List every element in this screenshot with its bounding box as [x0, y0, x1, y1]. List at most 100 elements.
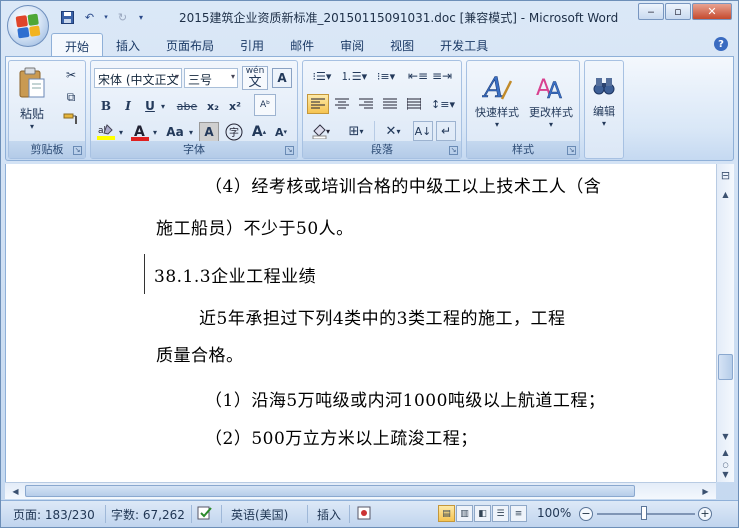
- proofing-icon[interactable]: [197, 506, 213, 523]
- tab-view[interactable]: 视图: [377, 33, 427, 56]
- align-right-button[interactable]: [355, 94, 377, 114]
- paste-button[interactable]: 粘贴 ▾: [13, 63, 51, 135]
- change-case-button[interactable]: Aa: [163, 122, 187, 142]
- tab-mailings[interactable]: 邮件: [277, 33, 327, 56]
- save-icon[interactable]: [59, 9, 76, 26]
- maximize-button[interactable]: ▫: [665, 3, 691, 20]
- highlight-dropdown-icon[interactable]: ▾: [117, 122, 125, 142]
- zoom-slider-thumb[interactable]: [641, 506, 647, 520]
- font-size-dropdown-icon[interactable]: ▾: [231, 72, 235, 81]
- line-spacing-icon[interactable]: ↕≡▾: [429, 94, 457, 114]
- ruler-toggle-icon[interactable]: ⊟: [717, 167, 734, 184]
- quick-styles-label: 快速样式: [475, 106, 519, 119]
- insert-mode[interactable]: 插入: [317, 506, 341, 523]
- borders-icon[interactable]: ⊞ ▾: [341, 121, 371, 141]
- editing-button[interactable]: 编辑 ▾: [587, 66, 621, 136]
- bullets-icon[interactable]: ⁝☰▾: [307, 66, 337, 86]
- undo-icon[interactable]: ↶: [81, 9, 98, 26]
- horizontal-scroll-thumb[interactable]: [25, 485, 635, 497]
- scroll-left-icon[interactable]: ◀: [7, 483, 24, 500]
- format-painter-icon[interactable]: [61, 109, 81, 129]
- vertical-scroll-thumb[interactable]: [718, 354, 733, 380]
- phonetic-guide-button[interactable]: wén 文: [242, 66, 268, 90]
- superscript-button[interactable]: x²: [225, 96, 245, 116]
- strikethrough-button[interactable]: abe: [173, 96, 201, 116]
- draft-view-icon[interactable]: ≡: [510, 505, 527, 522]
- quick-styles-button[interactable]: A 快速样式 ▾: [471, 64, 523, 136]
- font-name-combo[interactable]: 宋体 (中文正文 ▾: [94, 68, 182, 88]
- copy-icon[interactable]: ⧉: [61, 87, 81, 107]
- status-separator: [105, 505, 106, 523]
- paragraph-group: ⁝☰▾ ⒈☰▾ ⁝≡▾ ⇤≡ ≡⇥ ↕≡▾ ▾ ⊞ ▾ ✕ ▾ A↓ ↵ 段落 …: [302, 60, 462, 159]
- tab-references[interactable]: 引用: [227, 33, 277, 56]
- grow-font-button[interactable]: A ▴: [249, 122, 269, 142]
- distributed-button[interactable]: [403, 94, 425, 114]
- zoom-out-icon[interactable]: −: [579, 507, 593, 521]
- sort-icon[interactable]: A↓: [413, 121, 433, 141]
- scroll-down-icon[interactable]: ▼: [717, 428, 734, 445]
- bold-button[interactable]: B: [96, 96, 116, 116]
- shrink-font-label: A: [274, 125, 284, 139]
- change-styles-button[interactable]: AA 更改样式 ▾: [525, 64, 577, 136]
- shading-icon[interactable]: ▾: [307, 121, 337, 141]
- change-case-dropdown-icon[interactable]: ▾: [187, 122, 195, 142]
- font-size-value: 三号: [188, 73, 213, 87]
- subscript-button[interactable]: x₂: [203, 96, 223, 116]
- underline-button[interactable]: U: [140, 96, 160, 116]
- text-effects-icon[interactable]: Aᵇ: [254, 94, 276, 116]
- scroll-up-icon[interactable]: ▲: [717, 186, 734, 203]
- show-paragraph-marks-icon[interactable]: ↵: [436, 121, 456, 141]
- tab-home[interactable]: 开始: [51, 33, 104, 56]
- language-indicator[interactable]: 英语(美国): [231, 506, 288, 523]
- font-launcher-icon[interactable]: ↘: [285, 146, 294, 155]
- font-size-combo[interactable]: 三号 ▾: [184, 68, 238, 88]
- asian-layout-icon[interactable]: ✕ ▾: [377, 121, 409, 141]
- tab-page-layout[interactable]: 页面布局: [153, 33, 227, 56]
- font-name-dropdown-icon[interactable]: ▾: [175, 72, 179, 81]
- redo-icon[interactable]: ↻: [114, 9, 131, 26]
- justify-button[interactable]: [379, 94, 401, 114]
- increase-indent-icon[interactable]: ≡⇥: [431, 66, 453, 86]
- office-button[interactable]: [7, 5, 49, 47]
- highlight-button[interactable]: ab: [95, 122, 117, 142]
- full-screen-reading-icon[interactable]: ▥: [456, 505, 473, 522]
- font-color-button[interactable]: A: [129, 122, 151, 142]
- cut-icon[interactable]: ✂: [61, 65, 81, 85]
- paragraph-launcher-icon[interactable]: ↘: [449, 146, 458, 155]
- minimize-button[interactable]: ‒: [638, 3, 664, 20]
- word-count[interactable]: 字数: 67,262: [111, 506, 185, 523]
- numbering-icon[interactable]: ⒈☰▾: [339, 66, 369, 86]
- font-color-dropdown-icon[interactable]: ▾: [151, 122, 159, 142]
- shrink-font-button[interactable]: A ▾: [271, 122, 291, 142]
- vertical-scrollbar[interactable]: ⊟ ▲ ▼ ▲ ○ ▼: [716, 164, 734, 482]
- italic-button[interactable]: I: [118, 96, 138, 116]
- scroll-right-icon[interactable]: ▶: [697, 483, 714, 500]
- tab-developer[interactable]: 开发工具: [427, 33, 501, 56]
- zoom-level[interactable]: 100%: [537, 506, 571, 520]
- underline-dropdown-icon[interactable]: ▾: [159, 96, 167, 116]
- character-shading-button[interactable]: A: [199, 122, 219, 142]
- customize-qat-icon[interactable]: ▾: [136, 9, 146, 26]
- styles-launcher-icon[interactable]: ↘: [567, 146, 576, 155]
- tab-review[interactable]: 审阅: [327, 33, 377, 56]
- outline-view-icon[interactable]: ☰: [492, 505, 509, 522]
- decrease-indent-icon[interactable]: ⇤≡: [407, 66, 429, 86]
- print-layout-view-icon[interactable]: ▤: [438, 505, 455, 522]
- character-border-button[interactable]: A: [272, 68, 292, 88]
- undo-dropdown-icon[interactable]: ▾: [103, 9, 109, 26]
- multilevel-list-icon[interactable]: ⁝≡▾: [371, 66, 401, 86]
- tab-insert[interactable]: 插入: [103, 33, 153, 56]
- zoom-in-icon[interactable]: +: [698, 507, 712, 521]
- document-area[interactable]: （4）经考核或培训合格的中级工以上技术工人（含 施工船员）不少于50人。 38.…: [5, 164, 716, 482]
- enclose-characters-icon[interactable]: 字: [223, 122, 245, 142]
- next-page-icon[interactable]: ▼: [717, 466, 734, 483]
- macro-recording-icon[interactable]: [357, 506, 371, 523]
- web-layout-icon[interactable]: ◧: [474, 505, 491, 522]
- clipboard-launcher-icon[interactable]: ↘: [73, 146, 82, 155]
- align-left-button[interactable]: [307, 94, 329, 114]
- horizontal-scrollbar[interactable]: ◀ ▶: [5, 482, 716, 499]
- close-button[interactable]: ✕: [692, 3, 732, 20]
- align-center-button[interactable]: [331, 94, 353, 114]
- help-icon[interactable]: ?: [714, 37, 728, 51]
- page-count[interactable]: 页面: 183/230: [13, 506, 95, 523]
